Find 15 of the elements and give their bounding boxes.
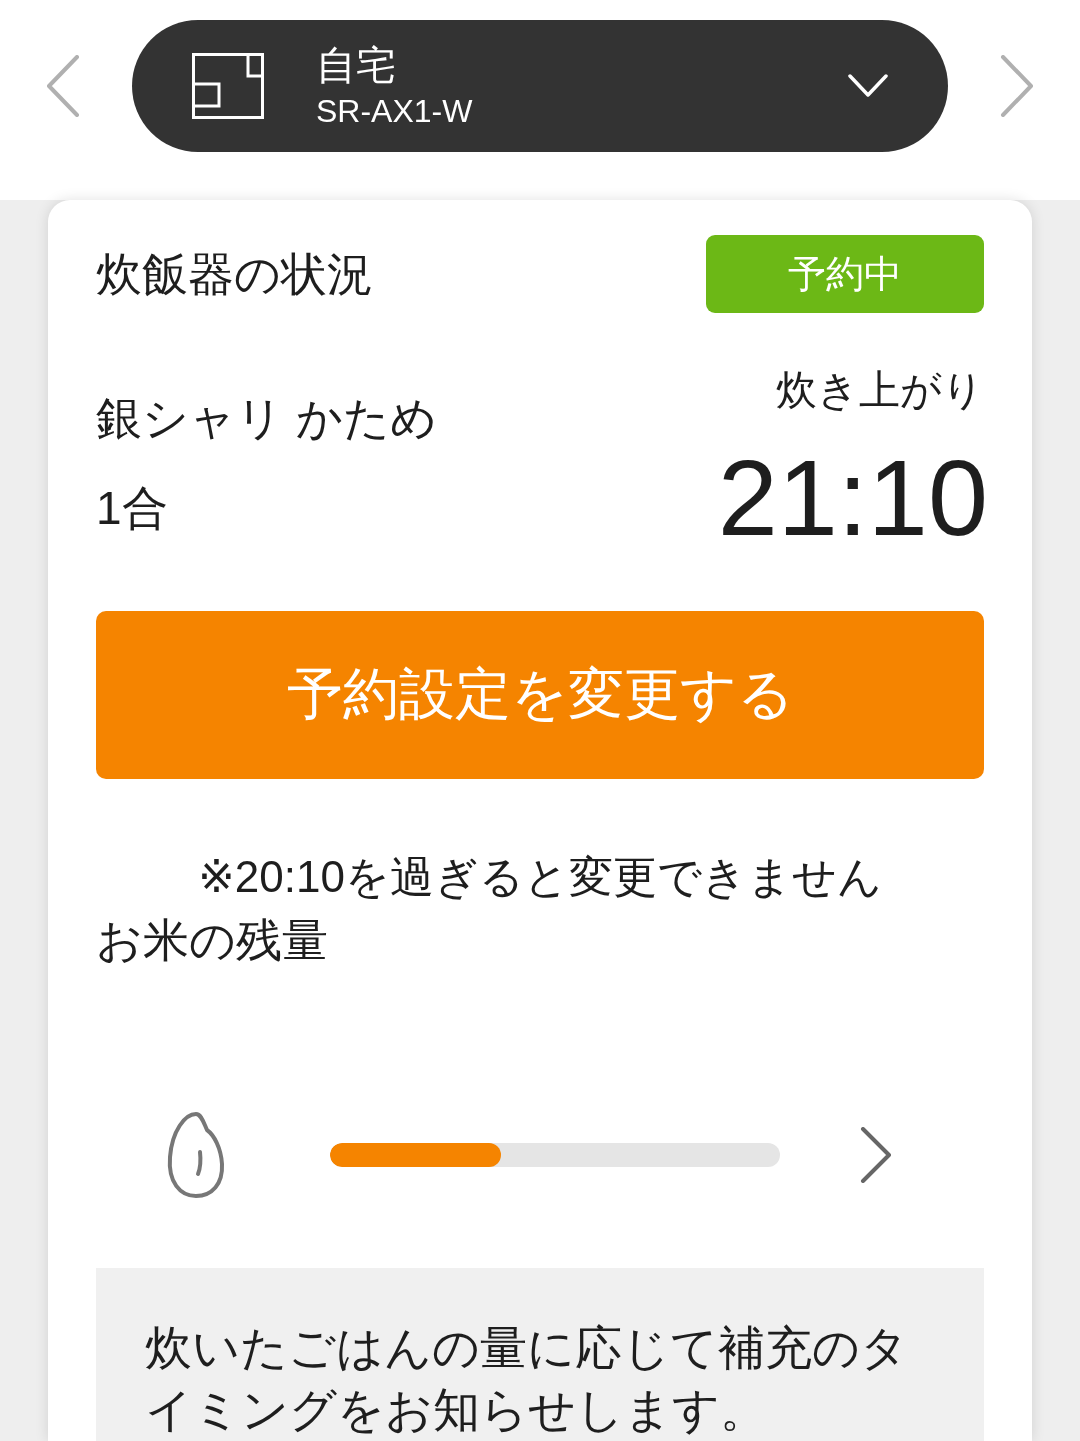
section-title: お米の残量 [96, 913, 328, 968]
section-title: 炊飯器の状況 [96, 247, 373, 302]
device-selector[interactable]: 自宅 SR-AX1-W [132, 20, 948, 152]
chevron-down-icon [848, 74, 888, 98]
chevron-right-icon[interactable] [860, 1127, 892, 1183]
finish-time: 21:10 [717, 438, 988, 558]
note-text: ※20:10を過ぎると変更できません [198, 851, 882, 903]
floor-plan-icon [192, 53, 264, 119]
finish-label: 炊き上がり [776, 366, 984, 415]
info-text: 炊いたごはんの量に応じて補充のタイミングをお知らせします。 [145, 1320, 909, 1438]
status-badge: 予約中 [706, 235, 984, 313]
rice-grain-icon [165, 1111, 227, 1199]
chevron-left-icon[interactable] [46, 55, 80, 117]
course-text: 銀シャリ かため [96, 391, 437, 446]
amount-text: 1合 [96, 481, 168, 536]
